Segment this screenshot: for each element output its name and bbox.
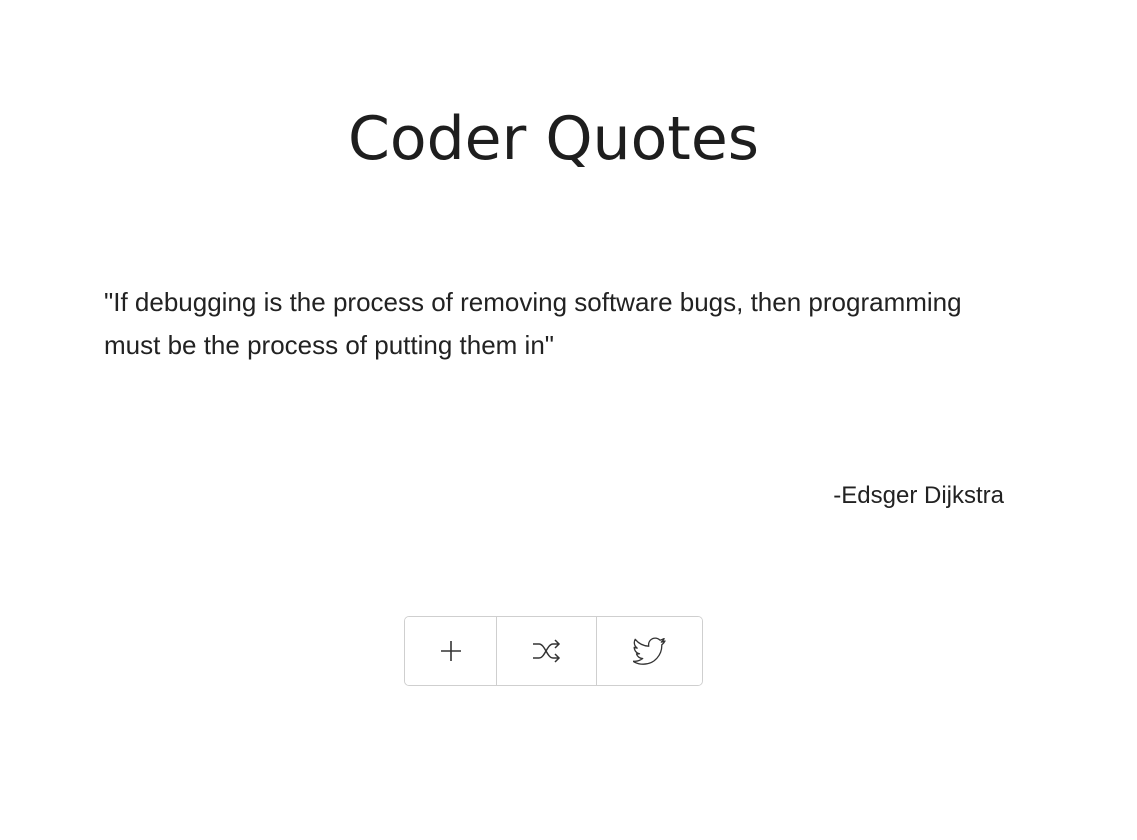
twitter-icon [632, 636, 667, 666]
tweet-quote-button[interactable] [596, 617, 702, 685]
page-title: Coder Quotes [347, 104, 759, 174]
action-button-group [404, 616, 703, 686]
plus-icon [440, 640, 462, 662]
shuffle-quote-button[interactable] [496, 617, 596, 685]
add-quote-button[interactable] [405, 617, 496, 685]
quote-text: "If debugging is the process of removing… [104, 287, 962, 360]
shuffle-icon [532, 638, 562, 664]
quote-author: -Edsger Dijkstra [833, 482, 1004, 509]
